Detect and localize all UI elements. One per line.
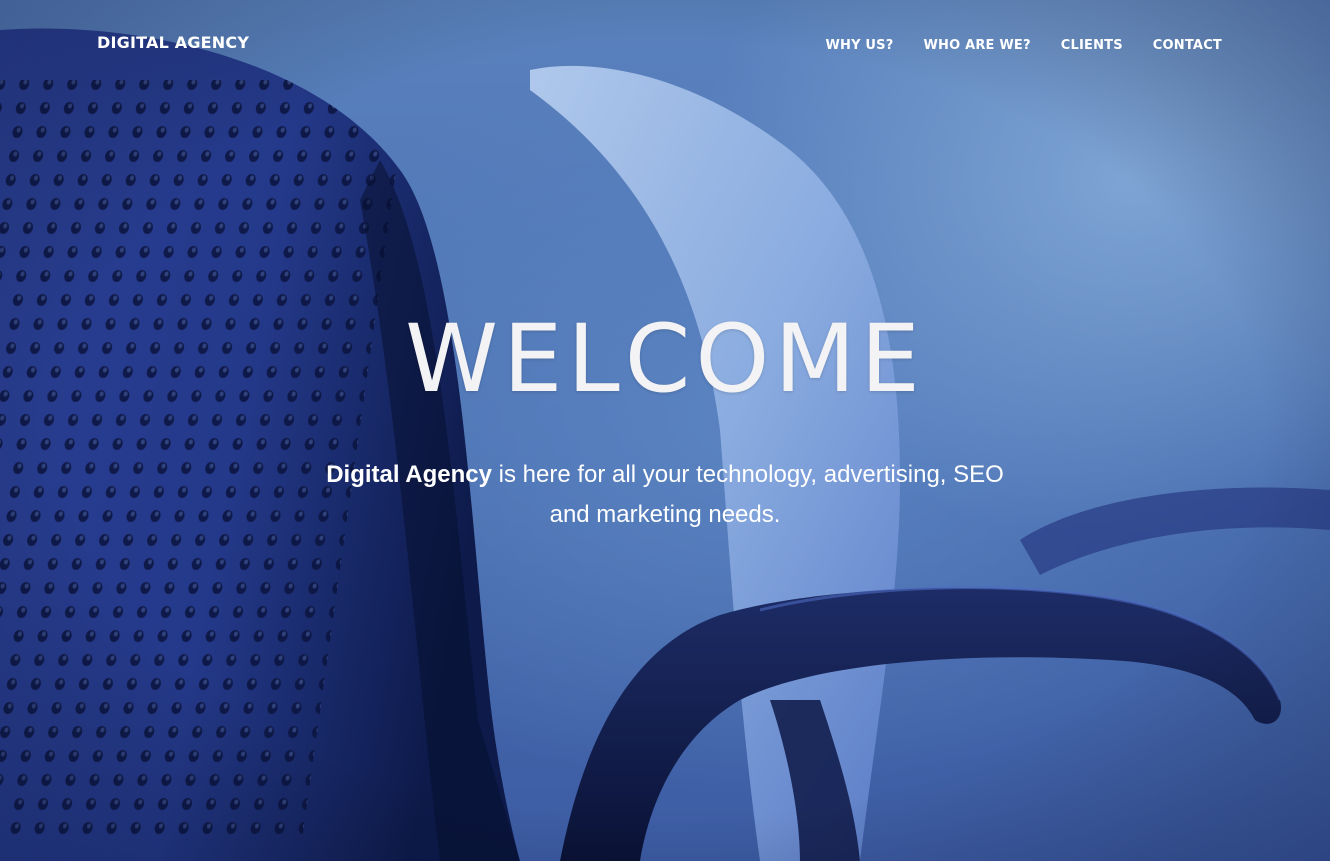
navbar: DIGITAL AGENCY WHY US? WHO ARE WE? CLIEN…: [0, 0, 1330, 88]
nav-link-contact[interactable]: CONTACT: [1153, 38, 1222, 53]
nav-item-clients: CLIENTS: [1061, 36, 1123, 54]
nav-item-contact: CONTACT: [1153, 36, 1222, 54]
office-chairs-photo: [0, 0, 1330, 861]
hero-tagline-brand: Digital Agency: [326, 461, 492, 488]
nav-link-who-are-we[interactable]: WHO ARE WE?: [923, 38, 1030, 53]
hero-tagline-text: is here for all your technology, adverti…: [492, 461, 1004, 528]
hero-tagline: Digital Agency is here for all your tech…: [305, 455, 1025, 535]
nav-menu: WHY US? WHO ARE WE? CLIENTS CONTACT: [825, 36, 1222, 54]
nav-link-why-us[interactable]: WHY US?: [825, 38, 893, 53]
hero-headline: WELCOME: [405, 305, 925, 414]
nav-item-who-are-we: WHO ARE WE?: [923, 36, 1030, 54]
nav-link-clients[interactable]: CLIENTS: [1061, 38, 1123, 53]
brand-logo-link[interactable]: DIGITAL AGENCY: [97, 33, 249, 52]
hero-section: DIGITAL AGENCY WHY US? WHO ARE WE? CLIEN…: [0, 0, 1330, 861]
nav-item-why-us: WHY US?: [825, 36, 893, 54]
